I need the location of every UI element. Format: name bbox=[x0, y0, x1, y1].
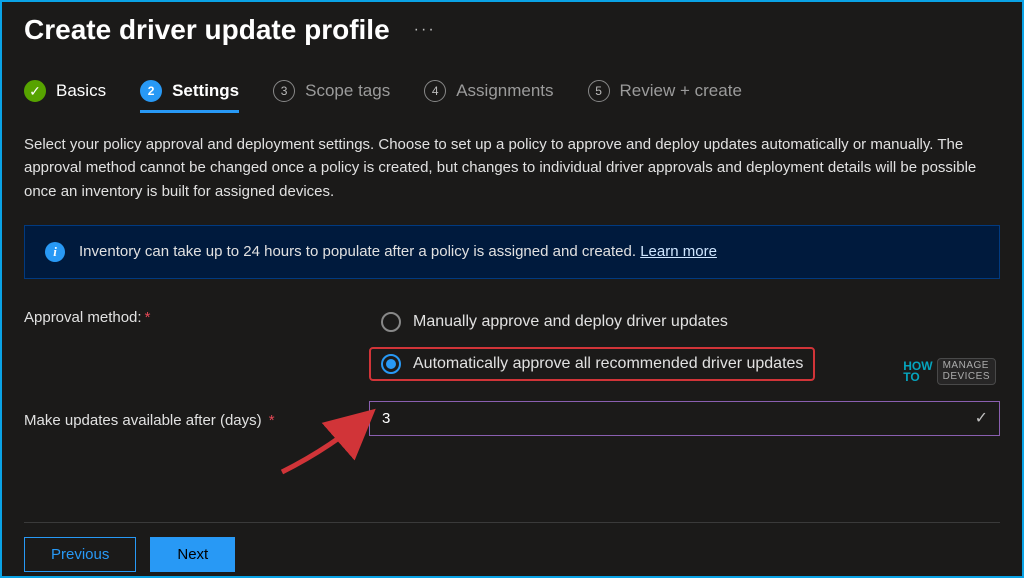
next-button[interactable]: Next bbox=[150, 537, 235, 572]
info-banner: i Inventory can take up to 24 hours to p… bbox=[24, 225, 1000, 279]
approval-method-label: Approval method:* bbox=[24, 305, 369, 326]
info-icon: i bbox=[45, 242, 65, 262]
check-icon: ✓ bbox=[24, 80, 46, 102]
delay-days-input[interactable] bbox=[369, 401, 1000, 436]
step-label: Review + create bbox=[620, 81, 742, 101]
step-number-icon: 5 bbox=[588, 80, 610, 102]
step-number-icon: 2 bbox=[140, 80, 162, 102]
step-review-create[interactable]: 5 Review + create bbox=[588, 80, 742, 113]
step-settings[interactable]: 2 Settings bbox=[140, 80, 239, 113]
watermark: HOWTO MANAGEDEVICES bbox=[903, 358, 996, 385]
step-basics[interactable]: ✓ Basics bbox=[24, 80, 106, 113]
delay-days-label: Make updates available after (days) * bbox=[24, 408, 369, 429]
page-title: Create driver update profile bbox=[24, 14, 390, 46]
approval-manual-radio[interactable]: Manually approve and deploy driver updat… bbox=[369, 305, 815, 339]
step-label: Settings bbox=[172, 81, 239, 101]
learn-more-link[interactable]: Learn more bbox=[640, 243, 717, 260]
radio-label: Manually approve and deploy driver updat… bbox=[413, 313, 728, 331]
check-icon: ✓ bbox=[975, 408, 988, 428]
info-text: Inventory can take up to 24 hours to pop… bbox=[79, 243, 636, 260]
radio-label: Automatically approve all recommended dr… bbox=[413, 355, 803, 373]
radio-icon bbox=[381, 354, 401, 374]
more-actions-button[interactable]: ··· bbox=[414, 21, 436, 39]
step-number-icon: 4 bbox=[424, 80, 446, 102]
approval-auto-radio[interactable]: Automatically approve all recommended dr… bbox=[369, 347, 815, 381]
step-label: Assignments bbox=[456, 81, 553, 101]
wizard-stepper: ✓ Basics 2 Settings 3 Scope tags 4 Assig… bbox=[24, 80, 1000, 113]
step-label: Scope tags bbox=[305, 81, 390, 101]
step-label: Basics bbox=[56, 81, 106, 101]
previous-button[interactable]: Previous bbox=[24, 537, 136, 572]
wizard-footer: Previous Next bbox=[24, 522, 1000, 576]
step-description: Select your policy approval and deployme… bbox=[24, 133, 994, 203]
radio-icon bbox=[381, 312, 401, 332]
step-number-icon: 3 bbox=[273, 80, 295, 102]
step-scope-tags[interactable]: 3 Scope tags bbox=[273, 80, 390, 113]
step-assignments[interactable]: 4 Assignments bbox=[424, 80, 553, 113]
